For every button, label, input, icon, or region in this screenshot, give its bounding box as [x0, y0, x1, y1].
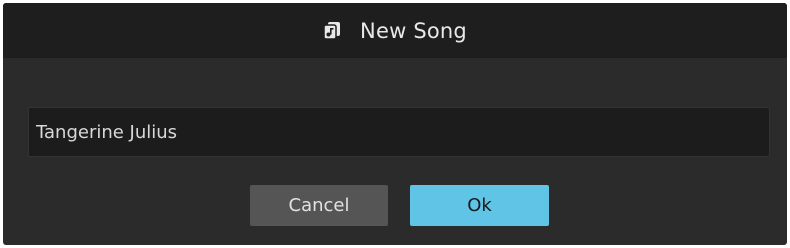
new-song-dialog: New Song Cancel Ok: [3, 3, 787, 245]
song-document-icon: [323, 21, 342, 40]
cancel-button[interactable]: Cancel: [250, 185, 388, 226]
song-name-input[interactable]: [28, 107, 770, 157]
ok-button[interactable]: Ok: [410, 185, 549, 226]
dialog-titlebar: New Song: [3, 3, 787, 58]
dialog-title: New Song: [360, 18, 467, 43]
